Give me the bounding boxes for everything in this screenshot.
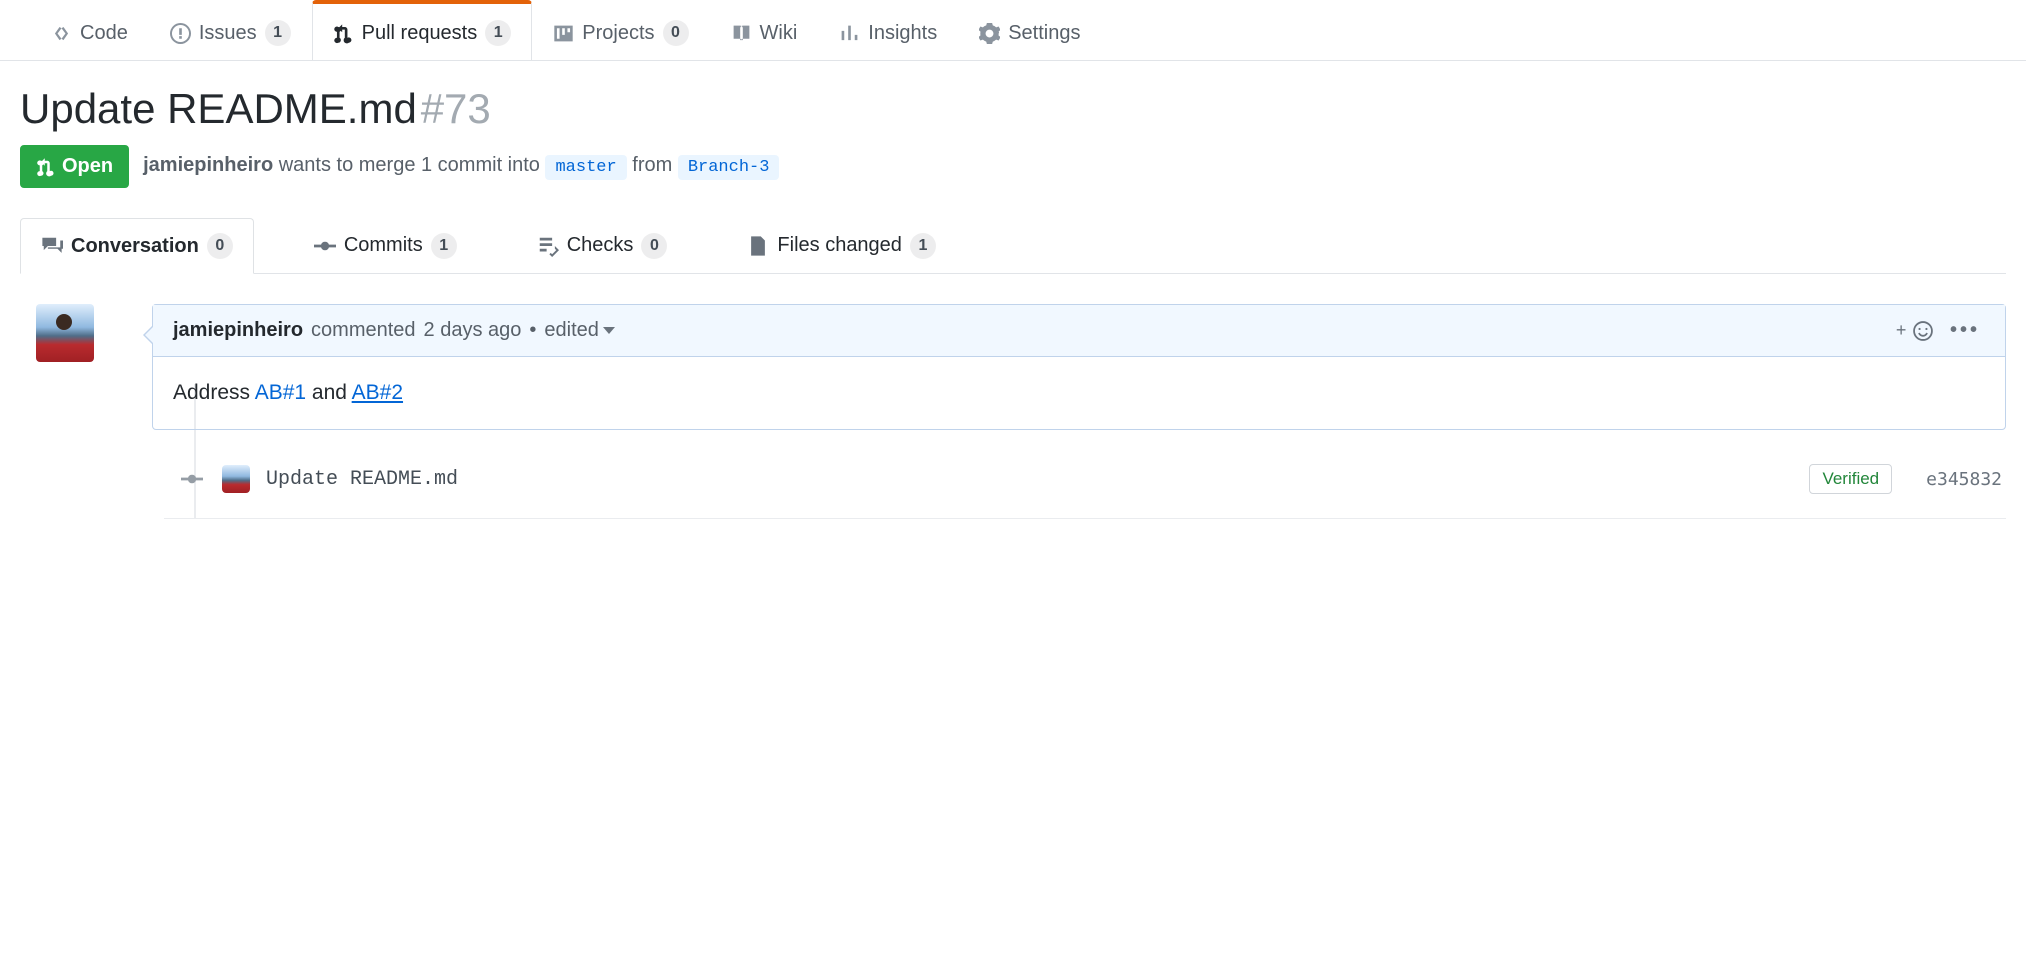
git-commit-icon <box>181 468 203 490</box>
head-branch[interactable]: Branch-3 <box>678 155 780 180</box>
tab-code-label: Code <box>80 22 128 45</box>
comment-sep: • <box>529 319 536 342</box>
subtab-conversation[interactable]: Conversation 0 <box>20 218 254 274</box>
tab-insights[interactable]: Insights <box>818 0 958 60</box>
comment-body-prefix: Address <box>173 381 255 404</box>
commit-sha[interactable]: e345832 <box>1926 469 2002 490</box>
pr-meta-from: from <box>632 154 678 176</box>
caret-down-icon <box>603 327 615 334</box>
pr-number: #73 <box>421 85 491 132</box>
comment-action: commented <box>311 319 416 342</box>
comment-header: jamiepinheiro commented 2 days ago • edi… <box>153 305 2005 357</box>
comment-menu-button[interactable]: ••• <box>1950 319 1980 342</box>
checklist-icon <box>537 235 559 257</box>
comment-body: Address AB#1 and AB#2 <box>153 357 2005 429</box>
tab-settings[interactable]: Settings <box>958 0 1101 60</box>
tab-issues-count: 1 <box>265 20 291 46</box>
comment-link-2[interactable]: AB#2 <box>352 381 403 404</box>
subtab-checks-count: 0 <box>641 233 667 259</box>
base-branch[interactable]: master <box>545 155 626 180</box>
smiley-icon <box>1912 320 1934 342</box>
tab-code[interactable]: Code <box>30 0 149 60</box>
tab-issues-label: Issues <box>199 22 257 45</box>
pr-author[interactable]: jamiepinheiro <box>143 154 273 176</box>
tab-settings-label: Settings <box>1008 22 1080 45</box>
comment-author[interactable]: jamiepinheiro <box>173 319 303 342</box>
git-commit-icon <box>314 235 336 257</box>
repo-nav: Code Issues 1 Pull requests 1 Projects 0… <box>0 0 2026 61</box>
comment-body-mid: and <box>306 381 352 404</box>
avatar[interactable] <box>36 304 94 362</box>
verified-badge[interactable]: Verified <box>1809 464 1892 494</box>
timeline: jamiepinheiro commented 2 days ago • edi… <box>20 304 2006 519</box>
commit-message[interactable]: Update README.md <box>266 468 458 491</box>
tab-pull-requests-count: 1 <box>485 20 511 46</box>
gear-icon <box>979 23 1000 44</box>
commit-avatar[interactable] <box>222 465 250 493</box>
project-icon <box>553 23 574 44</box>
commit-row: Update README.md Verified e345832 <box>178 464 2006 494</box>
timeline-divider <box>164 518 2006 519</box>
subtab-files-label: Files changed <box>777 234 902 257</box>
tab-insights-label: Insights <box>868 22 937 45</box>
tab-wiki[interactable]: Wiki <box>710 0 819 60</box>
git-pull-request-icon <box>333 23 354 44</box>
git-pull-request-icon <box>36 157 56 177</box>
tab-projects-count: 0 <box>663 20 689 46</box>
comment-discussion-icon <box>41 235 63 257</box>
issue-icon <box>170 23 191 44</box>
pr-title: Update README.md <box>20 85 417 132</box>
book-icon <box>731 23 752 44</box>
comment-link-1[interactable]: AB#1 <box>255 381 306 404</box>
pr-header: Update README.md #73 <box>20 85 2006 133</box>
pr-meta: Open jamiepinheiro wants to merge 1 comm… <box>20 145 2006 188</box>
comment: jamiepinheiro commented 2 days ago • edi… <box>152 304 2006 430</box>
subtab-commits-label: Commits <box>344 234 423 257</box>
tab-projects[interactable]: Projects 0 <box>532 0 709 60</box>
tab-issues[interactable]: Issues 1 <box>149 0 312 60</box>
subtab-files[interactable]: Files changed 1 <box>727 218 956 273</box>
add-reaction-button[interactable]: + <box>1896 319 1934 342</box>
tab-wiki-label: Wiki <box>760 22 798 45</box>
subtab-checks-label: Checks <box>567 234 634 257</box>
subtab-commits[interactable]: Commits 1 <box>294 218 477 273</box>
pr-meta-middle: wants to merge 1 commit into <box>273 154 545 176</box>
pr-subnav: Conversation 0 Commits 1 Checks 0 Files … <box>20 218 2006 274</box>
subtab-checks[interactable]: Checks 0 <box>517 218 688 273</box>
comment-edited[interactable]: edited <box>544 319 615 342</box>
subtab-files-count: 1 <box>910 233 936 259</box>
code-icon <box>51 23 72 44</box>
pr-state-text: Open <box>62 155 113 178</box>
graph-icon <box>839 23 860 44</box>
tab-projects-label: Projects <box>582 22 654 45</box>
subtab-commits-count: 1 <box>431 233 457 259</box>
tab-pull-requests[interactable]: Pull requests 1 <box>312 0 533 60</box>
comment-time[interactable]: 2 days ago <box>424 319 522 342</box>
subtab-conversation-label: Conversation <box>71 235 199 258</box>
subtab-conversation-count: 0 <box>207 233 233 259</box>
file-diff-icon <box>747 235 769 257</box>
pr-state-badge: Open <box>20 145 129 188</box>
tab-pull-requests-label: Pull requests <box>362 22 478 45</box>
